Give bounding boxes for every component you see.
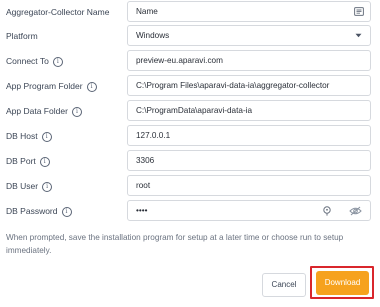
db-password-input[interactable]: •••• <box>127 200 371 221</box>
info-icon[interactable]: i <box>52 56 63 67</box>
db-user-value: root <box>136 181 151 190</box>
caret-down-icon <box>355 26 362 45</box>
app-program-folder-label: App Program Folder i <box>6 75 97 98</box>
connect-to-label: Connect To i <box>6 50 63 73</box>
db-port-input[interactable]: 3306 <box>127 150 371 171</box>
db-port-label: DB Port i <box>6 150 50 173</box>
app-program-folder-value: C:\Program Files\aparavi-data-ia\aggrega… <box>136 81 330 90</box>
connect-to-row: Connect To i preview-eu.aparavi.com <box>0 50 380 73</box>
app-data-folder-value: C:\ProgramData\aparavi-data-ia <box>136 106 253 115</box>
platform-value: Windows <box>136 31 170 40</box>
name-row: Aggregator-Collector Name Name <box>0 1 380 24</box>
instruction-note: When prompted, save the installation pro… <box>6 233 344 255</box>
app-program-folder-row: App Program Folder i C:\Program Files\apa… <box>0 75 380 98</box>
eye-slash-icon[interactable] <box>349 201 362 220</box>
db-port-value: 3306 <box>136 156 155 165</box>
info-icon[interactable]: i <box>71 106 82 117</box>
db-user-input[interactable]: root <box>127 175 371 196</box>
info-icon[interactable]: i <box>61 206 72 217</box>
app-data-folder-label: App Data Folder i <box>6 100 82 123</box>
db-user-row: DB User i root <box>0 175 380 198</box>
info-icon[interactable]: i <box>41 131 52 142</box>
id-card-icon[interactable] <box>354 2 364 21</box>
key-icon[interactable] <box>322 201 332 220</box>
db-password-label: DB Password i <box>6 200 72 223</box>
db-user-label: DB User i <box>6 175 53 198</box>
connect-to-value: preview-eu.aparavi.com <box>136 56 223 65</box>
db-host-label: DB Host i <box>6 125 52 148</box>
db-host-row: DB Host i 127.0.0.1 <box>0 125 380 148</box>
app-data-folder-row: App Data Folder i C:\ProgramData\aparavi-… <box>0 100 380 123</box>
db-password-row: DB Password i •••• <box>0 200 380 223</box>
app-program-folder-input[interactable]: C:\Program Files\aparavi-data-ia\aggrega… <box>127 75 371 96</box>
db-host-value: 127.0.0.1 <box>136 131 171 140</box>
platform-row: Platform Windows <box>0 25 380 48</box>
info-icon[interactable]: i <box>42 181 53 192</box>
info-icon[interactable]: i <box>86 81 97 92</box>
name-value: Name <box>136 7 158 16</box>
info-icon[interactable]: i <box>39 156 50 167</box>
db-host-input[interactable]: 127.0.0.1 <box>127 125 371 146</box>
db-port-row: DB Port i 3306 <box>0 150 380 173</box>
app-data-folder-input[interactable]: C:\ProgramData\aparavi-data-ia <box>127 100 371 121</box>
platform-label: Platform <box>6 31 38 41</box>
name-input[interactable]: Name <box>127 1 371 22</box>
download-button[interactable]: Download <box>316 271 369 295</box>
cancel-button[interactable]: Cancel <box>262 273 306 297</box>
connect-to-input[interactable]: preview-eu.aparavi.com <box>127 50 371 71</box>
platform-select[interactable]: Windows <box>127 25 371 46</box>
db-password-value: •••• <box>136 206 148 215</box>
name-label: Aggregator-Collector Name <box>6 7 110 17</box>
